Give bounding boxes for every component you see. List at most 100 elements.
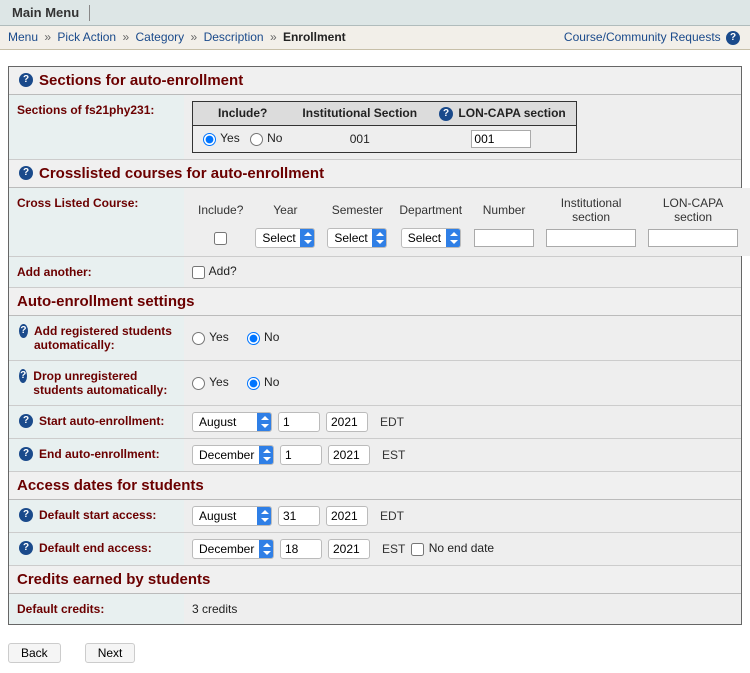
select-access-end-month[interactable]: December: [192, 539, 274, 559]
col-include: Include?: [193, 101, 293, 125]
row-crosslist: Cross Listed Course: Include? Year Semes…: [9, 188, 741, 257]
radio-include-no[interactable]: [250, 133, 263, 146]
input-c-inst[interactable]: [546, 229, 636, 247]
main-menu-title[interactable]: Main Menu: [8, 3, 83, 22]
help-icon[interactable]: ?: [19, 508, 33, 522]
radio-drop-yes[interactable]: [192, 377, 205, 390]
col-inst-section: Institutional Section: [292, 101, 427, 125]
access-end-tz: EST: [382, 542, 405, 556]
help-icon[interactable]: ?: [19, 541, 33, 555]
breadcrumb-current: Enrollment: [283, 30, 346, 44]
checkbox-noend[interactable]: [411, 543, 424, 556]
input-access-end-day[interactable]: [280, 539, 322, 559]
select-department[interactable]: Select: [401, 228, 461, 248]
value-crosslist: Include? Year Semester Department Number…: [184, 188, 750, 256]
select-access-start-month[interactable]: August: [192, 506, 272, 526]
select-end-month[interactable]: December: [192, 445, 274, 465]
row-credits: Default credits: 3 credits: [9, 594, 741, 624]
help-icon[interactable]: ?: [19, 414, 33, 428]
row-sections-of: Sections of fs21phy231: Include? Institu…: [9, 95, 741, 160]
access-start-tz: EDT: [380, 509, 404, 523]
row-add-another: Add another: Add?: [9, 257, 741, 288]
section-header-access: Access dates for students: [9, 472, 741, 500]
end-tz: EST: [382, 448, 405, 462]
label-start-access: ? Default start access:: [9, 500, 184, 532]
input-start-year[interactable]: [326, 412, 368, 432]
menu-separator: [89, 5, 90, 21]
radio-include-yes-label[interactable]: Yes: [203, 131, 240, 145]
start-tz: EDT: [380, 415, 404, 429]
input-start-day[interactable]: [278, 412, 320, 432]
crosslist-table: Include? Year Semester Department Number…: [192, 194, 744, 250]
cell-include: Yes No: [193, 125, 293, 152]
breadcrumb-left: Menu » Pick Action » Category » Descript…: [8, 30, 346, 44]
course-community-requests-link[interactable]: Course/Community Requests: [564, 30, 721, 44]
value-sections-of: Include? Institutional Section ? LON-CAP…: [184, 95, 741, 159]
row-drop-unreg: ? Drop unregistered students automatical…: [9, 361, 741, 406]
input-c-lc[interactable]: [648, 229, 738, 247]
row-end-access: ? Default end access: December EST No en…: [9, 533, 741, 566]
col-c-department: Department: [393, 194, 468, 226]
radio-include-no-label[interactable]: No: [250, 131, 283, 145]
breadcrumb-pick-action[interactable]: Pick Action: [57, 30, 116, 44]
back-button[interactable]: Back: [8, 643, 61, 663]
section-header-sections: ? Sections for auto-enrollment: [9, 67, 741, 95]
help-icon[interactable]: ?: [726, 31, 740, 45]
value-credits: 3 credits: [184, 594, 741, 624]
section-header-credits: Credits earned by students: [9, 566, 741, 594]
col-c-include: Include?: [192, 194, 249, 226]
help-icon[interactable]: ?: [19, 166, 33, 180]
col-lc-section: ? LON-CAPA section: [427, 101, 576, 125]
input-end-year[interactable]: [328, 445, 370, 465]
value-drop-unreg: Yes No: [184, 361, 741, 405]
input-end-day[interactable]: [280, 445, 322, 465]
radio-drop-yes-label[interactable]: Yes: [192, 375, 229, 389]
checkbox-add[interactable]: [192, 266, 205, 279]
select-start-month[interactable]: August: [192, 412, 272, 432]
radio-addreg-yes-label[interactable]: Yes: [192, 330, 229, 344]
radio-addreg-yes[interactable]: [192, 332, 205, 345]
row-add-registered: ? Add registered students automatically:…: [9, 316, 741, 361]
label-credits: Default credits:: [9, 594, 184, 624]
input-access-start-year[interactable]: [326, 506, 368, 526]
main-panel: ? Sections for auto-enrollment Sections …: [8, 66, 742, 625]
input-access-start-day[interactable]: [278, 506, 320, 526]
section-header-autoenroll: Auto-enrollment settings: [9, 288, 741, 316]
checkbox-add-label[interactable]: Add?: [192, 264, 237, 278]
label-start-auto: ? Start auto-enrollment:: [9, 406, 184, 438]
label-end-access: ? Default end access:: [9, 533, 184, 565]
radio-drop-no[interactable]: [247, 377, 260, 390]
help-icon[interactable]: ?: [19, 369, 27, 383]
select-year-wrap: Select: [255, 228, 315, 248]
select-department-wrap: Select: [401, 228, 461, 248]
next-button[interactable]: Next: [85, 643, 136, 663]
input-access-end-year[interactable]: [328, 539, 370, 559]
breadcrumb-menu[interactable]: Menu: [8, 30, 38, 44]
row-start-access: ? Default start access: August EDT: [9, 500, 741, 533]
footer-buttons: Back Next: [0, 633, 750, 673]
value-start-access: August EDT: [184, 500, 741, 532]
select-semester[interactable]: Select: [327, 228, 387, 248]
radio-addreg-no-label[interactable]: No: [247, 330, 280, 344]
value-start-auto: August EDT: [184, 406, 741, 438]
radio-drop-no-label[interactable]: No: [247, 375, 280, 389]
label-add-registered: ? Add registered students automatically:: [9, 316, 184, 360]
radio-include-yes[interactable]: [203, 133, 216, 146]
checkbox-noend-label[interactable]: No end date: [411, 541, 494, 555]
help-icon[interactable]: ?: [439, 107, 453, 121]
input-c-number[interactable]: [474, 229, 534, 247]
col-c-inst: Institutional section: [540, 194, 642, 226]
help-icon[interactable]: ?: [19, 73, 33, 87]
select-year[interactable]: Select: [255, 228, 315, 248]
cell-inst-section: 001: [292, 125, 427, 152]
sections-table: Include? Institutional Section ? LON-CAP…: [192, 101, 577, 153]
breadcrumb-category[interactable]: Category: [135, 30, 184, 44]
radio-addreg-no[interactable]: [247, 332, 260, 345]
select-semester-wrap: Select: [327, 228, 387, 248]
checkbox-crosslist-include[interactable]: [214, 232, 227, 245]
section-header-crosslist: ? Crosslisted courses for auto-enrollmen…: [9, 160, 741, 188]
help-icon[interactable]: ?: [19, 447, 33, 461]
breadcrumb-description[interactable]: Description: [204, 30, 264, 44]
input-lc-section[interactable]: [471, 130, 531, 148]
help-icon[interactable]: ?: [19, 324, 28, 338]
